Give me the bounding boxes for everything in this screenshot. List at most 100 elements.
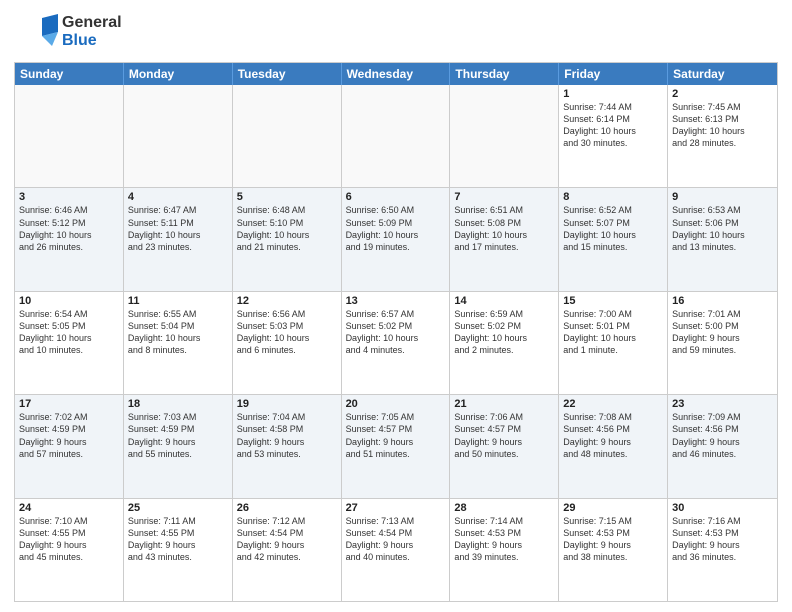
day-number: 16: [672, 295, 773, 307]
day-info: Sunrise: 7:10 AM Sunset: 4:55 PM Dayligh…: [19, 515, 119, 564]
calendar-cell: 5Sunrise: 6:48 AM Sunset: 5:10 PM Daylig…: [233, 188, 342, 290]
day-info: Sunrise: 7:16 AM Sunset: 4:53 PM Dayligh…: [672, 515, 773, 564]
day-info: Sunrise: 6:57 AM Sunset: 5:02 PM Dayligh…: [346, 308, 446, 357]
day-number: 28: [454, 502, 554, 514]
day-number: 15: [563, 295, 663, 307]
day-number: 4: [128, 191, 228, 203]
day-info: Sunrise: 7:12 AM Sunset: 4:54 PM Dayligh…: [237, 515, 337, 564]
calendar-cell: 24Sunrise: 7:10 AM Sunset: 4:55 PM Dayli…: [15, 499, 124, 601]
day-number: 26: [237, 502, 337, 514]
day-info: Sunrise: 6:47 AM Sunset: 5:11 PM Dayligh…: [128, 204, 228, 253]
calendar-row: 24Sunrise: 7:10 AM Sunset: 4:55 PM Dayli…: [15, 498, 777, 601]
day-number: 8: [563, 191, 663, 203]
calendar-header-cell: Saturday: [668, 63, 777, 85]
calendar-cell: 9Sunrise: 6:53 AM Sunset: 5:06 PM Daylig…: [668, 188, 777, 290]
calendar-cell: 2Sunrise: 7:45 AM Sunset: 6:13 PM Daylig…: [668, 85, 777, 187]
calendar-header-cell: Wednesday: [342, 63, 451, 85]
day-number: 24: [19, 502, 119, 514]
day-info: Sunrise: 7:01 AM Sunset: 5:00 PM Dayligh…: [672, 308, 773, 357]
calendar-cell: 13Sunrise: 6:57 AM Sunset: 5:02 PM Dayli…: [342, 292, 451, 394]
day-number: 19: [237, 398, 337, 410]
day-info: Sunrise: 7:11 AM Sunset: 4:55 PM Dayligh…: [128, 515, 228, 564]
calendar-cell: 14Sunrise: 6:59 AM Sunset: 5:02 PM Dayli…: [450, 292, 559, 394]
header: General Blue: [14, 10, 778, 54]
calendar: SundayMondayTuesdayWednesdayThursdayFrid…: [14, 62, 778, 602]
calendar-body: 1Sunrise: 7:44 AM Sunset: 6:14 PM Daylig…: [15, 85, 777, 601]
calendar-cell: 21Sunrise: 7:06 AM Sunset: 4:57 PM Dayli…: [450, 395, 559, 497]
calendar-cell: 7Sunrise: 6:51 AM Sunset: 5:08 PM Daylig…: [450, 188, 559, 290]
calendar-cell: 19Sunrise: 7:04 AM Sunset: 4:58 PM Dayli…: [233, 395, 342, 497]
calendar-row: 1Sunrise: 7:44 AM Sunset: 6:14 PM Daylig…: [15, 85, 777, 187]
calendar-cell: 3Sunrise: 6:46 AM Sunset: 5:12 PM Daylig…: [15, 188, 124, 290]
day-info: Sunrise: 7:06 AM Sunset: 4:57 PM Dayligh…: [454, 411, 554, 460]
calendar-header: SundayMondayTuesdayWednesdayThursdayFrid…: [15, 63, 777, 85]
day-number: 13: [346, 295, 446, 307]
calendar-cell: 1Sunrise: 7:44 AM Sunset: 6:14 PM Daylig…: [559, 85, 668, 187]
day-number: 11: [128, 295, 228, 307]
calendar-cell: 10Sunrise: 6:54 AM Sunset: 5:05 PM Dayli…: [15, 292, 124, 394]
day-number: 21: [454, 398, 554, 410]
day-info: Sunrise: 6:50 AM Sunset: 5:09 PM Dayligh…: [346, 204, 446, 253]
day-info: Sunrise: 7:04 AM Sunset: 4:58 PM Dayligh…: [237, 411, 337, 460]
calendar-header-cell: Friday: [559, 63, 668, 85]
day-number: 10: [19, 295, 119, 307]
day-info: Sunrise: 7:05 AM Sunset: 4:57 PM Dayligh…: [346, 411, 446, 460]
day-info: Sunrise: 6:59 AM Sunset: 5:02 PM Dayligh…: [454, 308, 554, 357]
day-info: Sunrise: 7:13 AM Sunset: 4:54 PM Dayligh…: [346, 515, 446, 564]
day-info: Sunrise: 6:55 AM Sunset: 5:04 PM Dayligh…: [128, 308, 228, 357]
day-number: 3: [19, 191, 119, 203]
day-info: Sunrise: 7:08 AM Sunset: 4:56 PM Dayligh…: [563, 411, 663, 460]
day-info: Sunrise: 6:56 AM Sunset: 5:03 PM Dayligh…: [237, 308, 337, 357]
calendar-cell: 8Sunrise: 6:52 AM Sunset: 5:07 PM Daylig…: [559, 188, 668, 290]
calendar-cell: [233, 85, 342, 187]
logo-text-general: General: [62, 14, 122, 32]
day-number: 29: [563, 502, 663, 514]
day-info: Sunrise: 6:51 AM Sunset: 5:08 PM Dayligh…: [454, 204, 554, 253]
day-number: 5: [237, 191, 337, 203]
day-number: 20: [346, 398, 446, 410]
day-number: 9: [672, 191, 773, 203]
calendar-cell: [124, 85, 233, 187]
day-number: 2: [672, 88, 773, 100]
day-number: 18: [128, 398, 228, 410]
day-info: Sunrise: 6:54 AM Sunset: 5:05 PM Dayligh…: [19, 308, 119, 357]
calendar-cell: 12Sunrise: 6:56 AM Sunset: 5:03 PM Dayli…: [233, 292, 342, 394]
calendar-cell: 16Sunrise: 7:01 AM Sunset: 5:00 PM Dayli…: [668, 292, 777, 394]
calendar-cell: [15, 85, 124, 187]
day-info: Sunrise: 7:00 AM Sunset: 5:01 PM Dayligh…: [563, 308, 663, 357]
calendar-row: 17Sunrise: 7:02 AM Sunset: 4:59 PM Dayli…: [15, 394, 777, 497]
calendar-cell: 30Sunrise: 7:16 AM Sunset: 4:53 PM Dayli…: [668, 499, 777, 601]
day-number: 7: [454, 191, 554, 203]
day-number: 30: [672, 502, 773, 514]
calendar-cell: 29Sunrise: 7:15 AM Sunset: 4:53 PM Dayli…: [559, 499, 668, 601]
day-number: 27: [346, 502, 446, 514]
day-info: Sunrise: 6:53 AM Sunset: 5:06 PM Dayligh…: [672, 204, 773, 253]
day-info: Sunrise: 6:48 AM Sunset: 5:10 PM Dayligh…: [237, 204, 337, 253]
logo: General Blue: [14, 10, 122, 54]
day-info: Sunrise: 7:02 AM Sunset: 4:59 PM Dayligh…: [19, 411, 119, 460]
day-number: 1: [563, 88, 663, 100]
day-number: 12: [237, 295, 337, 307]
day-number: 17: [19, 398, 119, 410]
calendar-cell: 23Sunrise: 7:09 AM Sunset: 4:56 PM Dayli…: [668, 395, 777, 497]
calendar-header-cell: Monday: [124, 63, 233, 85]
calendar-cell: 25Sunrise: 7:11 AM Sunset: 4:55 PM Dayli…: [124, 499, 233, 601]
day-number: 25: [128, 502, 228, 514]
calendar-header-cell: Sunday: [15, 63, 124, 85]
calendar-cell: 22Sunrise: 7:08 AM Sunset: 4:56 PM Dayli…: [559, 395, 668, 497]
calendar-cell: 11Sunrise: 6:55 AM Sunset: 5:04 PM Dayli…: [124, 292, 233, 394]
calendar-cell: [450, 85, 559, 187]
calendar-cell: 26Sunrise: 7:12 AM Sunset: 4:54 PM Dayli…: [233, 499, 342, 601]
day-info: Sunrise: 6:52 AM Sunset: 5:07 PM Dayligh…: [563, 204, 663, 253]
day-number: 23: [672, 398, 773, 410]
day-info: Sunrise: 7:09 AM Sunset: 4:56 PM Dayligh…: [672, 411, 773, 460]
day-number: 14: [454, 295, 554, 307]
day-info: Sunrise: 7:14 AM Sunset: 4:53 PM Dayligh…: [454, 515, 554, 564]
calendar-cell: [342, 85, 451, 187]
logo-text-blue: Blue: [62, 32, 122, 50]
calendar-cell: 28Sunrise: 7:14 AM Sunset: 4:53 PM Dayli…: [450, 499, 559, 601]
calendar-cell: 4Sunrise: 6:47 AM Sunset: 5:11 PM Daylig…: [124, 188, 233, 290]
day-info: Sunrise: 7:45 AM Sunset: 6:13 PM Dayligh…: [672, 101, 773, 150]
calendar-cell: 17Sunrise: 7:02 AM Sunset: 4:59 PM Dayli…: [15, 395, 124, 497]
page: General Blue SundayMondayTuesdayWednesda…: [0, 0, 792, 612]
